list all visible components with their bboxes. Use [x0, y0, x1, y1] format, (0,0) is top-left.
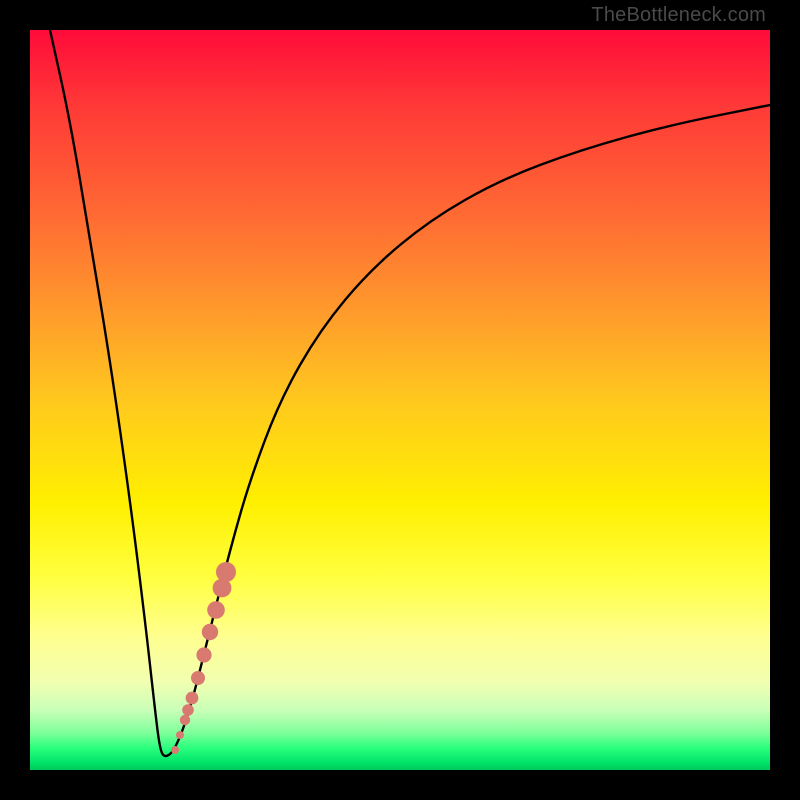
highlight-dot	[186, 692, 199, 705]
bottleneck-curve	[50, 30, 770, 756]
highlight-dot	[202, 624, 218, 640]
highlight-dot	[180, 715, 190, 725]
highlight-dot	[207, 601, 225, 619]
highlight-dot	[176, 731, 184, 739]
chart-frame: TheBottleneck.com	[0, 0, 800, 800]
highlight-dot	[191, 671, 205, 685]
highlight-dot	[196, 647, 211, 662]
curve-layer	[30, 30, 770, 770]
highlight-markers	[171, 562, 236, 754]
highlight-dot	[216, 562, 236, 582]
watermark-text: TheBottleneck.com	[591, 4, 766, 27]
highlight-dot	[171, 746, 179, 754]
highlight-dot	[182, 704, 194, 716]
plot-area	[30, 30, 770, 770]
